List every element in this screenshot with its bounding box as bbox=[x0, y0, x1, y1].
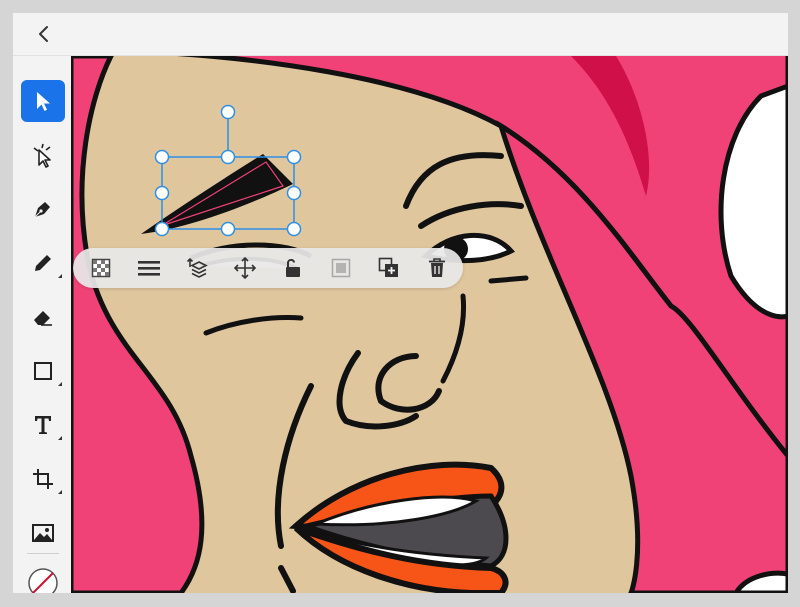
pen-tool[interactable] bbox=[21, 188, 65, 230]
eraser-icon bbox=[34, 311, 52, 326]
arrange-layers-icon bbox=[186, 257, 208, 278]
artboard-canvas[interactable] bbox=[71, 56, 788, 593]
chevron-left-icon bbox=[39, 26, 48, 42]
toolbar-divider bbox=[27, 553, 59, 554]
trash-icon bbox=[429, 258, 445, 277]
crop-tool[interactable] bbox=[21, 458, 65, 500]
context-toolbar bbox=[73, 248, 463, 288]
fill-stroke-swatch-icon bbox=[28, 568, 58, 593]
text-t-icon bbox=[35, 416, 51, 434]
mask-icon bbox=[331, 258, 351, 278]
fill-stroke-tool[interactable] bbox=[21, 562, 65, 593]
pen-nib-icon bbox=[34, 202, 50, 218]
eraser-tool[interactable] bbox=[21, 296, 65, 338]
flyout-indicator bbox=[58, 274, 62, 278]
lock-button[interactable] bbox=[280, 256, 306, 280]
back-button[interactable] bbox=[31, 19, 57, 49]
rectangle-tool[interactable] bbox=[21, 350, 65, 392]
mask-button[interactable] bbox=[328, 256, 354, 280]
opacity-button[interactable] bbox=[88, 256, 114, 280]
arrow-pointer-icon bbox=[37, 92, 50, 111]
top-bar bbox=[13, 13, 788, 56]
align-button[interactable] bbox=[136, 256, 162, 280]
image-tool[interactable] bbox=[21, 512, 65, 554]
direct-select-tool[interactable] bbox=[21, 134, 65, 176]
text-tool[interactable] bbox=[21, 404, 65, 446]
app-window bbox=[13, 13, 788, 593]
transform-button[interactable] bbox=[232, 256, 258, 280]
align-lines-icon bbox=[138, 261, 160, 276]
move-arrows-icon bbox=[234, 257, 256, 279]
unlock-icon bbox=[286, 258, 300, 277]
rectangle-icon bbox=[34, 362, 52, 380]
duplicate-icon bbox=[378, 257, 398, 277]
tool-sidebar bbox=[13, 56, 71, 593]
flyout-indicator bbox=[58, 490, 62, 494]
crop-icon bbox=[33, 469, 53, 489]
flyout-indicator bbox=[58, 436, 62, 440]
checkerboard-icon bbox=[91, 258, 111, 278]
image-icon bbox=[32, 524, 54, 542]
flyout-indicator bbox=[58, 382, 62, 386]
pencil-tool[interactable] bbox=[21, 242, 65, 284]
arrange-button[interactable] bbox=[184, 256, 210, 280]
cartoon-illustration bbox=[71, 56, 788, 593]
select-tool[interactable] bbox=[21, 80, 65, 122]
direct-select-icon bbox=[33, 143, 51, 168]
duplicate-button[interactable] bbox=[376, 256, 402, 280]
pencil-icon bbox=[35, 255, 51, 271]
delete-button[interactable] bbox=[424, 256, 450, 280]
